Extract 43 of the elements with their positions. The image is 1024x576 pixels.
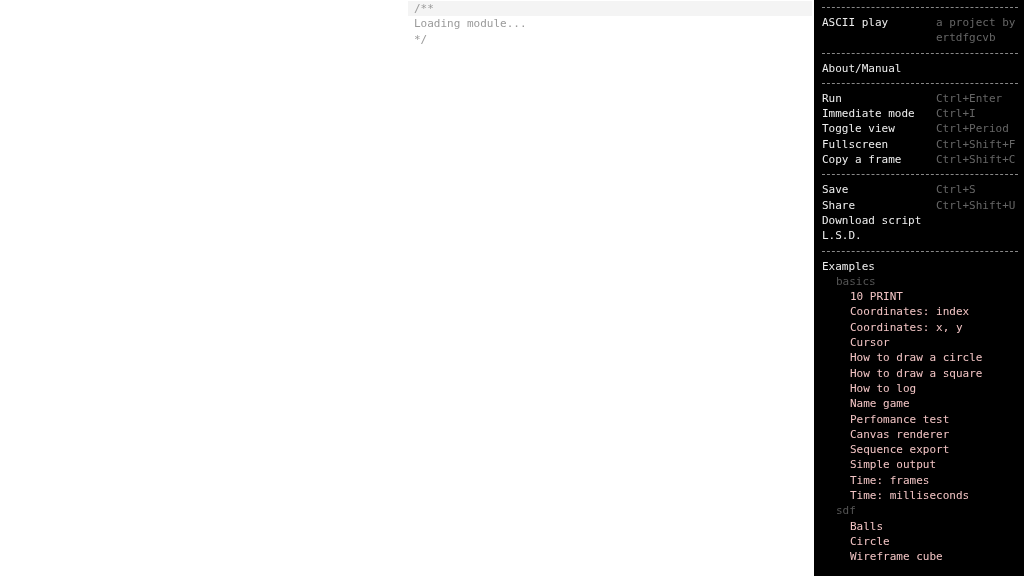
menu-link[interactable]: Share bbox=[822, 197, 856, 213]
menu-link[interactable]: About/Manual bbox=[822, 60, 902, 76]
shortcut-label: Ctrl+Period bbox=[936, 121, 1009, 137]
shortcut-label: Ctrl+Shift+F bbox=[936, 136, 1016, 153]
example-link[interactable]: Coordinates: index bbox=[850, 305, 970, 319]
example-link[interactable]: Coordinates: x, y bbox=[850, 320, 963, 334]
example-link[interactable]: Cursor bbox=[850, 336, 890, 350]
example-link[interactable]: Canvas renderer bbox=[850, 427, 950, 441]
menu-link[interactable]: Save bbox=[822, 182, 849, 198]
example-link[interactable]: How to log bbox=[850, 381, 917, 395]
example-link[interactable]: Wireframe cube bbox=[850, 550, 943, 564]
code-line: Loading module... bbox=[413, 16, 527, 32]
menu-link[interactable]: Immediate mode bbox=[822, 106, 915, 122]
app-title: ASCII play bbox=[822, 15, 889, 31]
shortcut-label: Ctrl+Shift+U bbox=[936, 197, 1016, 213]
category-label: sdf bbox=[836, 504, 856, 518]
category-label: basics bbox=[836, 274, 876, 288]
menu-link[interactable]: Fullscreen bbox=[822, 136, 889, 153]
example-link[interactable]: Balls bbox=[850, 519, 884, 533]
example-link[interactable]: How to draw a circle bbox=[850, 351, 983, 365]
menu-link[interactable]: L.S.D. bbox=[822, 228, 862, 244]
code-line: /** bbox=[413, 1, 434, 17]
example-link[interactable]: Sequence export bbox=[850, 443, 950, 457]
code-line: */ bbox=[413, 31, 428, 47]
example-link[interactable]: How to draw a square bbox=[850, 366, 983, 380]
menu-link[interactable]: Toggle view bbox=[822, 121, 895, 137]
shortcut-label: Ctrl+S bbox=[936, 182, 976, 198]
byline-text: ertdfgcvb bbox=[936, 31, 996, 45]
example-link[interactable]: Simple output bbox=[850, 458, 937, 472]
section-heading: Examples bbox=[822, 259, 875, 273]
example-link[interactable]: 10 PRINT bbox=[850, 290, 903, 304]
shortcut-label: Ctrl+I bbox=[936, 106, 976, 122]
example-link[interactable]: Time: frames bbox=[850, 473, 930, 487]
menu-link[interactable]: Run bbox=[822, 90, 842, 107]
shortcut-label: Ctrl+Shift+C bbox=[936, 152, 1016, 168]
example-link[interactable]: Perfomance test bbox=[850, 412, 950, 426]
example-link[interactable]: Name game bbox=[850, 397, 910, 411]
example-link[interactable]: Time: milliseconds bbox=[850, 489, 970, 502]
byline-text: a project by bbox=[936, 16, 1016, 29]
menu-link[interactable]: Download script bbox=[822, 212, 922, 229]
example-link[interactable]: Circle bbox=[850, 534, 890, 548]
menu-link[interactable]: Copy a frame bbox=[822, 152, 902, 168]
shortcut-label: Ctrl+Enter bbox=[936, 90, 1003, 107]
